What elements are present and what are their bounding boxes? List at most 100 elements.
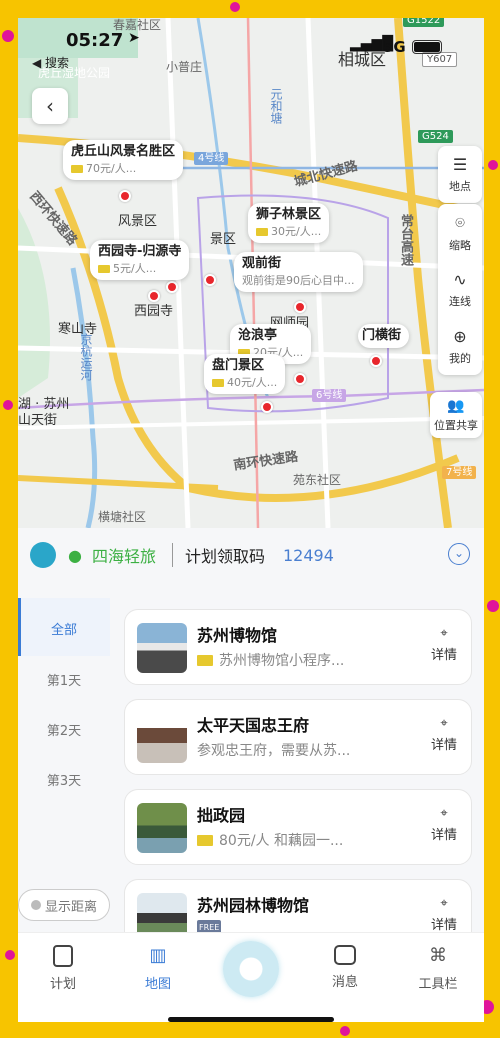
list-icon: ☰ xyxy=(452,155,468,174)
network-label: 5G xyxy=(383,38,406,56)
phone-screen: 春嘉社区 虎丘湿地公园 小普庄 相城区 元和塘 城北快速路 西环快速路 常台高速… xyxy=(18,18,484,1022)
tool-places-button[interactable]: ☰ 地点 xyxy=(438,146,482,203)
poi-name: 苏州园林博物馆 xyxy=(197,896,310,915)
map-marker[interactable] xyxy=(204,274,216,286)
ticket-icon xyxy=(256,228,268,236)
map-marker[interactable] xyxy=(148,290,160,302)
poi-title: 狮子林景区 xyxy=(256,207,322,222)
poi-sub: 70元/人... xyxy=(71,161,175,177)
road-shield: G524 xyxy=(418,130,453,143)
detail-button[interactable]: ⌖ 详情 xyxy=(431,896,457,933)
location-share-button[interactable]: 👥 位置共享 xyxy=(430,392,482,438)
ticket-icon xyxy=(71,165,83,173)
ticket-icon xyxy=(197,654,213,666)
radio-icon xyxy=(30,900,41,910)
map-tool-panel: ⌾ 缩略 ∿ 连线 ⊕ 我的 xyxy=(438,204,482,375)
collapse-icon[interactable]: ⌄ xyxy=(448,543,470,565)
road-shield: 4号线 xyxy=(194,152,229,165)
wechat-icon: ● xyxy=(68,545,82,565)
back-button[interactable]: ‹ xyxy=(32,88,68,124)
poi-popup[interactable]: 西园寺-归源寺 5元/人... xyxy=(90,240,190,280)
ticket-icon xyxy=(212,379,224,387)
map-tool-panel: ☰ 地点 xyxy=(438,146,482,203)
poi-sub: 5元/人... xyxy=(98,261,181,277)
map-label: 元和塘 xyxy=(269,88,283,124)
tab-toolbar[interactable]: ⌘ 工具栏 xyxy=(403,945,473,992)
tab-messages[interactable]: 消息 xyxy=(310,945,380,990)
tool-route-button[interactable]: ∿ 连线 xyxy=(438,261,482,318)
poi-title: 沧浪亭 xyxy=(238,328,278,343)
day-tab-label[interactable]: 第3天 xyxy=(18,770,110,789)
tool-mine-button[interactable]: ⊕ 我的 xyxy=(438,318,482,375)
location-arrow-icon: ➤ xyxy=(128,30,140,46)
poi-name: 苏州博物馆 xyxy=(197,626,278,645)
route-icon: ∿ xyxy=(453,270,467,289)
poi-sub: 30元/人... xyxy=(256,224,321,240)
map-pin-icon: ⌖ xyxy=(440,896,448,911)
poi-popup[interactable]: 虎丘山风景名胜区 70元/人... xyxy=(63,140,184,180)
frame-dot xyxy=(340,1026,350,1036)
detail-button[interactable]: ⌖ 详情 xyxy=(431,806,457,843)
home-indicator xyxy=(168,1017,334,1022)
map-marker[interactable] xyxy=(119,190,131,202)
people-icon: 👥 xyxy=(447,397,465,414)
day-tab-label[interactable]: 全部 xyxy=(18,619,110,638)
detail-button[interactable]: ⌖ 详情 xyxy=(431,716,457,753)
plan-code-label: 计划领取码 xyxy=(184,547,265,566)
map-pin-icon: ⌖ xyxy=(440,716,448,731)
frame-dot xyxy=(230,2,240,12)
poi-card[interactable]: 太平天国忠王府 参观忠王府，需要从苏... ⌖ 详情 xyxy=(124,699,472,775)
plan-code-value[interactable]: 12494 xyxy=(283,546,334,565)
map-marker[interactable] xyxy=(261,401,273,413)
poi-title: 西园寺-归源寺 xyxy=(98,244,182,259)
poi-card[interactable]: 苏州博物馆 苏州博物馆小程序... ⌖ 详情 xyxy=(124,609,472,685)
map-label: 京杭运河 xyxy=(79,333,93,381)
frame-dot xyxy=(487,600,499,612)
poi-popup[interactable]: 观前街 观前街是90后心目中... xyxy=(234,252,363,292)
plan-icon xyxy=(53,945,73,967)
day-tab-label[interactable]: 第1天 xyxy=(18,670,110,689)
center-home-button[interactable] xyxy=(223,941,279,997)
road-shield: 6号线 xyxy=(312,389,347,402)
poi-sub: 观前街是90后心目中... xyxy=(242,274,355,287)
map-marker[interactable] xyxy=(294,373,306,385)
map-marker[interactable] xyxy=(166,281,178,293)
map-label: 风景区 xyxy=(118,214,158,229)
poi-card[interactable]: 拙政园 80元/人 和藕园一... ⌖ 详情 xyxy=(124,789,472,865)
pin-icon: ⌾ xyxy=(455,212,465,232)
brand-name: 四海轻旅 xyxy=(91,547,156,566)
tab-plan[interactable]: 计划 xyxy=(28,945,98,992)
app-logo-icon xyxy=(30,542,56,568)
map-pin-icon: ⌖ xyxy=(440,626,448,641)
map-marker[interactable] xyxy=(370,355,382,367)
ticket-icon xyxy=(197,834,213,846)
poi-popup[interactable]: 门横街 xyxy=(358,324,410,348)
poi-desc: 苏州博物馆小程序... xyxy=(197,650,344,670)
sheet-header: ● 四海轻旅 计划领取码 12494 ⌄ xyxy=(18,528,484,582)
frame-dot xyxy=(2,30,14,42)
poi-sub: 40元/人... xyxy=(212,375,277,391)
poi-desc: 参观忠王府，需要从苏... xyxy=(197,743,351,759)
map-view[interactable]: 春嘉社区 虎丘湿地公园 小普庄 相城区 元和塘 城北快速路 西环快速路 常台高速… xyxy=(18,18,484,528)
poi-name: 拙政园 xyxy=(197,806,246,825)
poi-popup[interactable]: 狮子林景区 30元/人... xyxy=(248,203,330,243)
tab-map[interactable]: ▥ 地图 xyxy=(123,945,193,992)
command-icon: ⌘ xyxy=(429,945,447,966)
poi-thumbnail xyxy=(137,623,187,673)
poi-title: 观前街 xyxy=(242,256,282,271)
divider xyxy=(171,543,173,567)
back-to-app-link[interactable]: ◀ 搜索 xyxy=(32,54,69,71)
road-shield: G1522 xyxy=(403,18,445,27)
show-distance-toggle[interactable]: 显示距离 xyxy=(18,889,110,921)
poi-popup[interactable]: 盘门景区 40元/人... xyxy=(204,354,286,394)
day-tab-label[interactable]: 第2天 xyxy=(18,720,110,739)
chevron-left-icon: ‹ xyxy=(46,94,54,118)
ticket-icon xyxy=(98,265,110,273)
map-icon: ▥ xyxy=(149,945,167,966)
map-marker[interactable] xyxy=(294,301,306,313)
detail-button[interactable]: ⌖ 详情 xyxy=(431,626,457,663)
map-label: 苑东社区 xyxy=(293,473,342,487)
frame-dot xyxy=(5,950,15,960)
tool-shrink-button[interactable]: ⌾ 缩略 xyxy=(438,204,482,261)
poi-title: 盘门景区 xyxy=(212,358,265,373)
